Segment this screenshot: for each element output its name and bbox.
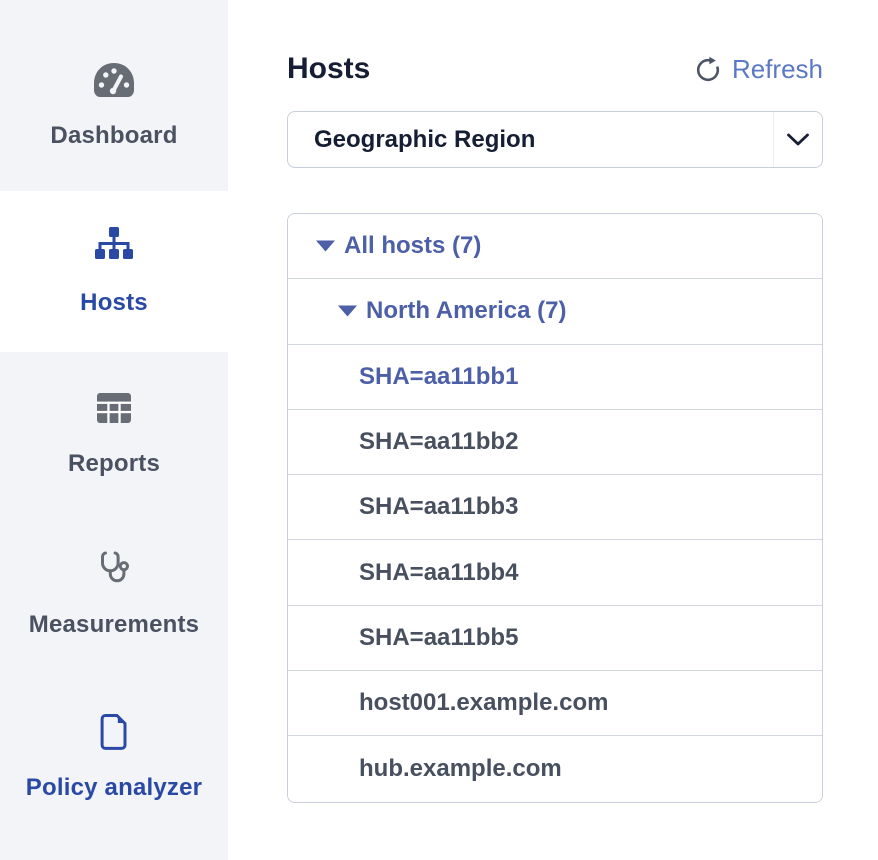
tree-leaf-label: hub.example.com (359, 755, 562, 783)
page-header: Hosts Refresh (287, 52, 823, 86)
tree-leaf-label: host001.example.com (359, 689, 608, 717)
tree-leaf-host[interactable]: hub.example.com (288, 736, 822, 801)
refresh-label: Refresh (732, 54, 823, 85)
tree-leaf-host[interactable]: host001.example.com (288, 671, 822, 736)
sidebar-item-label: Policy analyzer (26, 774, 202, 802)
sidebar-item-label: Measurements (29, 611, 199, 639)
sidebar-item-policy-analyzer[interactable]: Policy analyzer (0, 674, 228, 860)
host-tree: All hosts (7) North America (7) SHA=aa11… (287, 213, 823, 803)
tree-leaf-host[interactable]: SHA=aa11bb4 (288, 540, 822, 605)
caret-down-icon[interactable] (316, 240, 335, 252)
refresh-button[interactable]: Refresh (694, 54, 823, 85)
tree-leaf-label: SHA=aa11bb1 (359, 363, 518, 391)
chevron-down-icon[interactable] (773, 112, 822, 167)
tree-node-label: All hosts (7) (344, 232, 481, 260)
stethoscope-icon (94, 549, 134, 589)
sidebar-item-label: Hosts (80, 289, 148, 317)
refresh-icon (694, 55, 722, 83)
tree-node-all-hosts[interactable]: All hosts (7) (288, 214, 822, 279)
sidebar-item-reports[interactable]: Reports (0, 352, 228, 513)
tree-leaf-label: SHA=aa11bb3 (359, 493, 518, 521)
table-icon (95, 388, 133, 428)
page-title: Hosts (287, 52, 370, 86)
sidebar-item-label: Reports (68, 450, 160, 478)
tree-node-north-america[interactable]: North America (7) (288, 279, 822, 344)
sidebar-item-measurements[interactable]: Measurements (0, 513, 228, 674)
tree-leaf-host[interactable]: SHA=aa11bb3 (288, 475, 822, 540)
caret-down-icon[interactable] (338, 305, 357, 317)
gauge-icon (91, 60, 137, 100)
tree-leaf-host[interactable]: SHA=aa11bb1 (288, 345, 822, 410)
file-icon (96, 712, 132, 752)
sitemap-icon (92, 227, 136, 267)
main-content: Hosts Refresh Geographic Region (228, 0, 878, 860)
app-window: Dashboard Ho (0, 0, 878, 860)
tree-leaf-label: SHA=aa11bb5 (359, 624, 518, 652)
tree-leaf-label: SHA=aa11bb2 (359, 428, 518, 456)
tree-leaf-host[interactable]: SHA=aa11bb5 (288, 606, 822, 671)
sidebar-item-hosts[interactable]: Hosts (0, 191, 228, 352)
sidebar-nav: Dashboard Ho (0, 0, 228, 860)
sidebar-item-dashboard[interactable]: Dashboard (0, 0, 228, 191)
tree-node-label: North America (7) (366, 297, 566, 325)
region-filter-value: Geographic Region (314, 126, 535, 154)
tree-leaf-label: SHA=aa11bb4 (359, 559, 518, 587)
region-filter-select[interactable]: Geographic Region (287, 111, 823, 168)
sidebar-item-label: Dashboard (50, 122, 177, 150)
tree-leaf-host[interactable]: SHA=aa11bb2 (288, 410, 822, 475)
